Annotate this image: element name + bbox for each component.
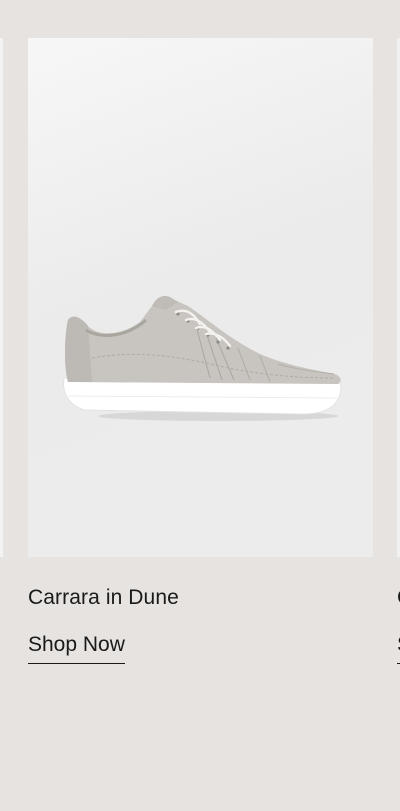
product-title[interactable]: Carrara in Dune	[28, 585, 373, 610]
product-image[interactable]	[28, 38, 373, 557]
product-card[interactable]: Carrara in Dune Shop Now	[28, 38, 373, 665]
product-carousel[interactable]: Carrara in Dune Shop Now C S	[0, 0, 400, 811]
previous-card-peek[interactable]	[0, 38, 3, 557]
sneaker-image	[63, 296, 342, 421]
shop-now-link[interactable]: Shop Now	[28, 632, 125, 665]
